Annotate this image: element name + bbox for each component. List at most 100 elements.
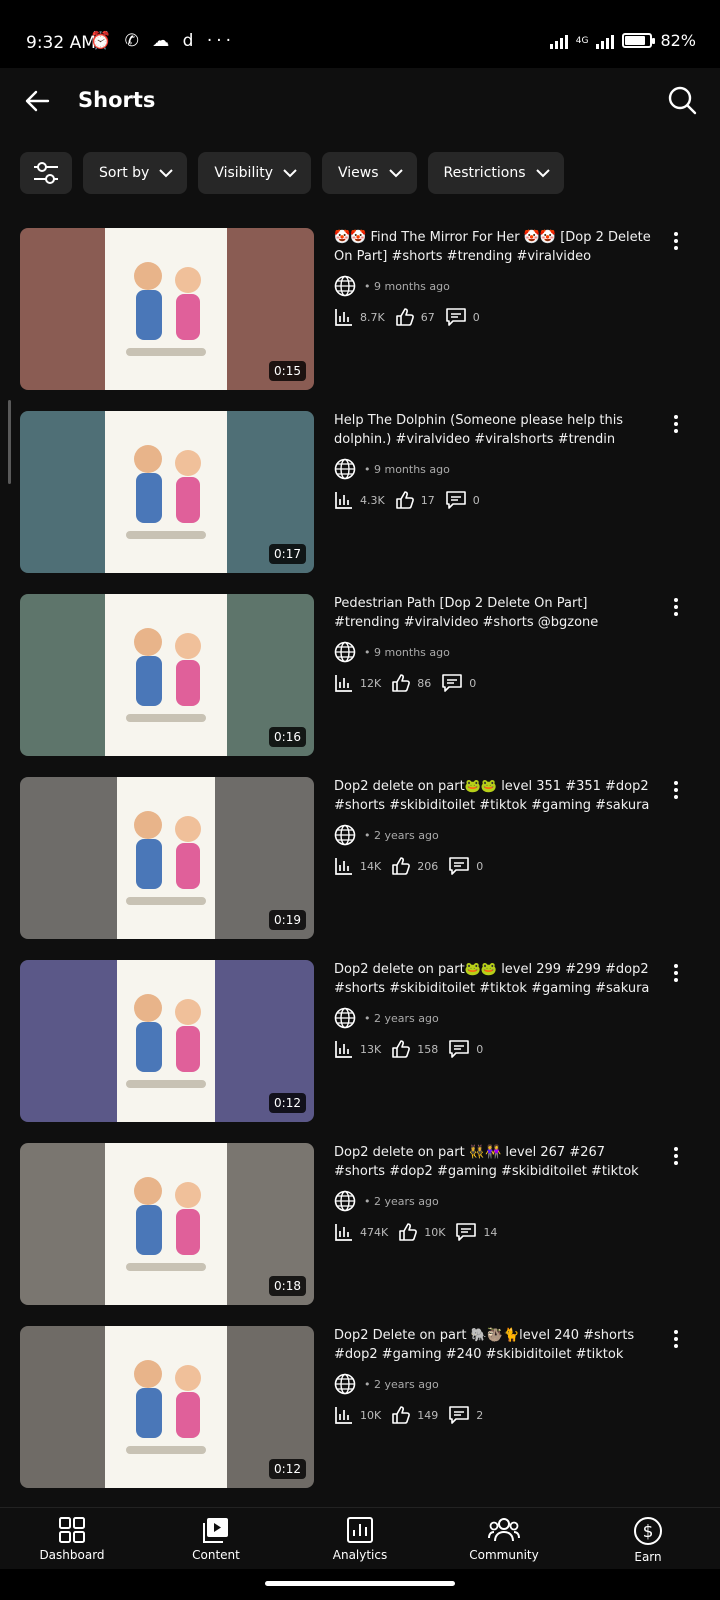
thumbnail-image: [105, 594, 227, 756]
video-row[interactable]: 0:18 Dop2 delete on part 👯‍♀️👭 level 267…: [0, 1143, 720, 1326]
visibility-row: • 9 months ago: [334, 641, 654, 663]
video-list: 0:15 🤡🤡 Find The Mirror For Her 🤡🤡 [Dop …: [0, 228, 720, 1509]
video-thumbnail[interactable]: 0:15: [20, 228, 314, 390]
illustration-icon: [126, 445, 206, 539]
views-chart-icon: [335, 309, 352, 326]
video-meta: Dop2 delete on part🐸🐸 level 351 #351 #do…: [334, 777, 654, 876]
globe-icon: [334, 1007, 356, 1029]
nav-content[interactable]: Content: [144, 1508, 288, 1569]
video-thumbnail[interactable]: 0:19: [20, 777, 314, 939]
back-arrow-icon[interactable]: [22, 86, 52, 116]
nav-analytics[interactable]: Analytics: [288, 1508, 432, 1569]
views-chart-icon: [335, 858, 352, 875]
chevron-down-icon: [388, 168, 403, 177]
likes-count: 149: [417, 1408, 439, 1422]
more-options-icon[interactable]: [666, 596, 686, 618]
video-row[interactable]: 0:12 Dop2 Delete on part 🐘🦥🐈level 240 #s…: [0, 1326, 720, 1509]
comment-icon: [449, 857, 470, 875]
duration-badge: 0:17: [269, 544, 306, 564]
views-count: 10K: [360, 1408, 382, 1422]
video-title[interactable]: Dop2 delete on part🐸🐸 level 351 #351 #do…: [334, 777, 654, 815]
video-thumbnail[interactable]: 0:12: [20, 1326, 314, 1488]
likes-count: 206: [417, 859, 439, 873]
comment-icon: [442, 674, 463, 692]
sliders-icon: [34, 162, 58, 184]
likes-stat: 149: [391, 1405, 438, 1425]
duration-badge: 0:15: [269, 361, 306, 381]
stats-row: 474K 10K 14: [334, 1222, 654, 1242]
thumbnail-image: [105, 1143, 227, 1305]
nav-earn[interactable]: $ Earn: [576, 1508, 720, 1569]
visibility-row: • 2 years ago: [334, 1373, 654, 1395]
likes-count: 10K: [424, 1225, 446, 1239]
published-age: • 2 years ago: [364, 828, 439, 842]
filter-settings-button[interactable]: [20, 152, 72, 194]
nav-dashboard[interactable]: Dashboard: [0, 1508, 144, 1569]
comment-icon: [456, 1223, 477, 1241]
views-chart-icon: [335, 1407, 352, 1424]
more-options-icon[interactable]: [666, 779, 686, 801]
video-row[interactable]: 0:12 Dop2 delete on part🐸🐸 level 299 #29…: [0, 960, 720, 1143]
comments-count: 0: [469, 676, 477, 690]
video-row[interactable]: 0:17 Help The Dolphin (Someone please he…: [0, 411, 720, 594]
views-count: 13K: [360, 1042, 382, 1056]
network-type: 4G: [575, 35, 589, 46]
more-options-icon[interactable]: [666, 962, 686, 984]
battery-icon: [622, 33, 656, 48]
illustration-icon: [126, 628, 206, 722]
illustration-icon: [126, 811, 206, 905]
restrictions-chip[interactable]: Restrictions: [427, 152, 564, 194]
more-options-icon[interactable]: [666, 413, 686, 435]
views-chip[interactable]: Views: [322, 152, 417, 194]
video-title[interactable]: Dop2 Delete on part 🐘🦥🐈level 240 #shorts…: [334, 1326, 654, 1364]
search-icon[interactable]: [666, 84, 698, 116]
content-icon: [203, 1518, 228, 1543]
thumbnail-image: [117, 960, 215, 1122]
comments-stat: 14: [455, 1222, 497, 1242]
video-row[interactable]: 0:16 Pedestrian Path [Dop 2 Delete On Pa…: [0, 594, 720, 777]
video-title[interactable]: Help The Dolphin (Someone please help th…: [334, 411, 654, 449]
thumbs-up-icon: [392, 1406, 411, 1424]
home-indicator[interactable]: [265, 1581, 455, 1586]
likes-stat: 10K: [398, 1222, 445, 1242]
globe-icon: [334, 458, 356, 480]
thumbs-up-icon: [399, 1223, 418, 1241]
signal-icon: [549, 33, 568, 49]
chip-label: Restrictions: [443, 165, 526, 181]
duration-badge: 0:19: [269, 910, 306, 930]
likes-stat: 206: [391, 856, 438, 876]
page-title: Shorts: [78, 88, 156, 112]
nav-label: Earn: [634, 1550, 662, 1564]
video-row[interactable]: 0:15 🤡🤡 Find The Mirror For Her 🤡🤡 [Dop …: [0, 228, 720, 411]
video-thumbnail[interactable]: 0:12: [20, 960, 314, 1122]
globe-icon: [334, 1373, 356, 1395]
comments-count: 0: [472, 310, 480, 324]
sort-by-chip[interactable]: Sort by: [83, 152, 188, 194]
video-title[interactable]: 🤡🤡 Find The Mirror For Her 🤡🤡 [Dop 2 Del…: [334, 228, 654, 266]
video-meta: Dop2 delete on part 👯‍♀️👭 level 267 #267…: [334, 1143, 654, 1242]
likes-stat: 86: [391, 673, 431, 693]
video-thumbnail[interactable]: 0:17: [20, 411, 314, 573]
views-count: 4.3K: [360, 493, 385, 507]
video-title[interactable]: Dop2 delete on part 👯‍♀️👭 level 267 #267…: [334, 1143, 654, 1181]
comments-count: 0: [476, 1042, 484, 1056]
more-options-icon[interactable]: [666, 1145, 686, 1167]
video-title[interactable]: Dop2 delete on part🐸🐸 level 299 #299 #do…: [334, 960, 654, 998]
nav-community[interactable]: Community: [432, 1508, 576, 1569]
video-thumbnail[interactable]: 0:16: [20, 594, 314, 756]
video-meta: Dop2 delete on part🐸🐸 level 299 #299 #do…: [334, 960, 654, 1059]
visibility-chip[interactable]: Visibility: [198, 152, 312, 194]
more-options-icon[interactable]: [666, 230, 686, 252]
battery-percent: 82%: [660, 31, 696, 50]
comment-icon: [449, 1040, 470, 1058]
status-bar: 9:32 AM ⏰ ✆ ☁ d ··· 4G 82%: [0, 0, 720, 68]
published-age: • 2 years ago: [364, 1011, 439, 1025]
comments-stat: 0: [445, 307, 480, 327]
globe-icon: [334, 824, 356, 846]
bottom-navigation: Dashboard Content Analytics Community $ …: [0, 1507, 720, 1569]
video-row[interactable]: 0:19 Dop2 delete on part🐸🐸 level 351 #35…: [0, 777, 720, 960]
video-thumbnail[interactable]: 0:18: [20, 1143, 314, 1305]
more-options-icon[interactable]: [666, 1328, 686, 1350]
video-title[interactable]: Pedestrian Path [Dop 2 Delete On Part] #…: [334, 594, 654, 632]
comments-stat: 2: [448, 1405, 483, 1425]
